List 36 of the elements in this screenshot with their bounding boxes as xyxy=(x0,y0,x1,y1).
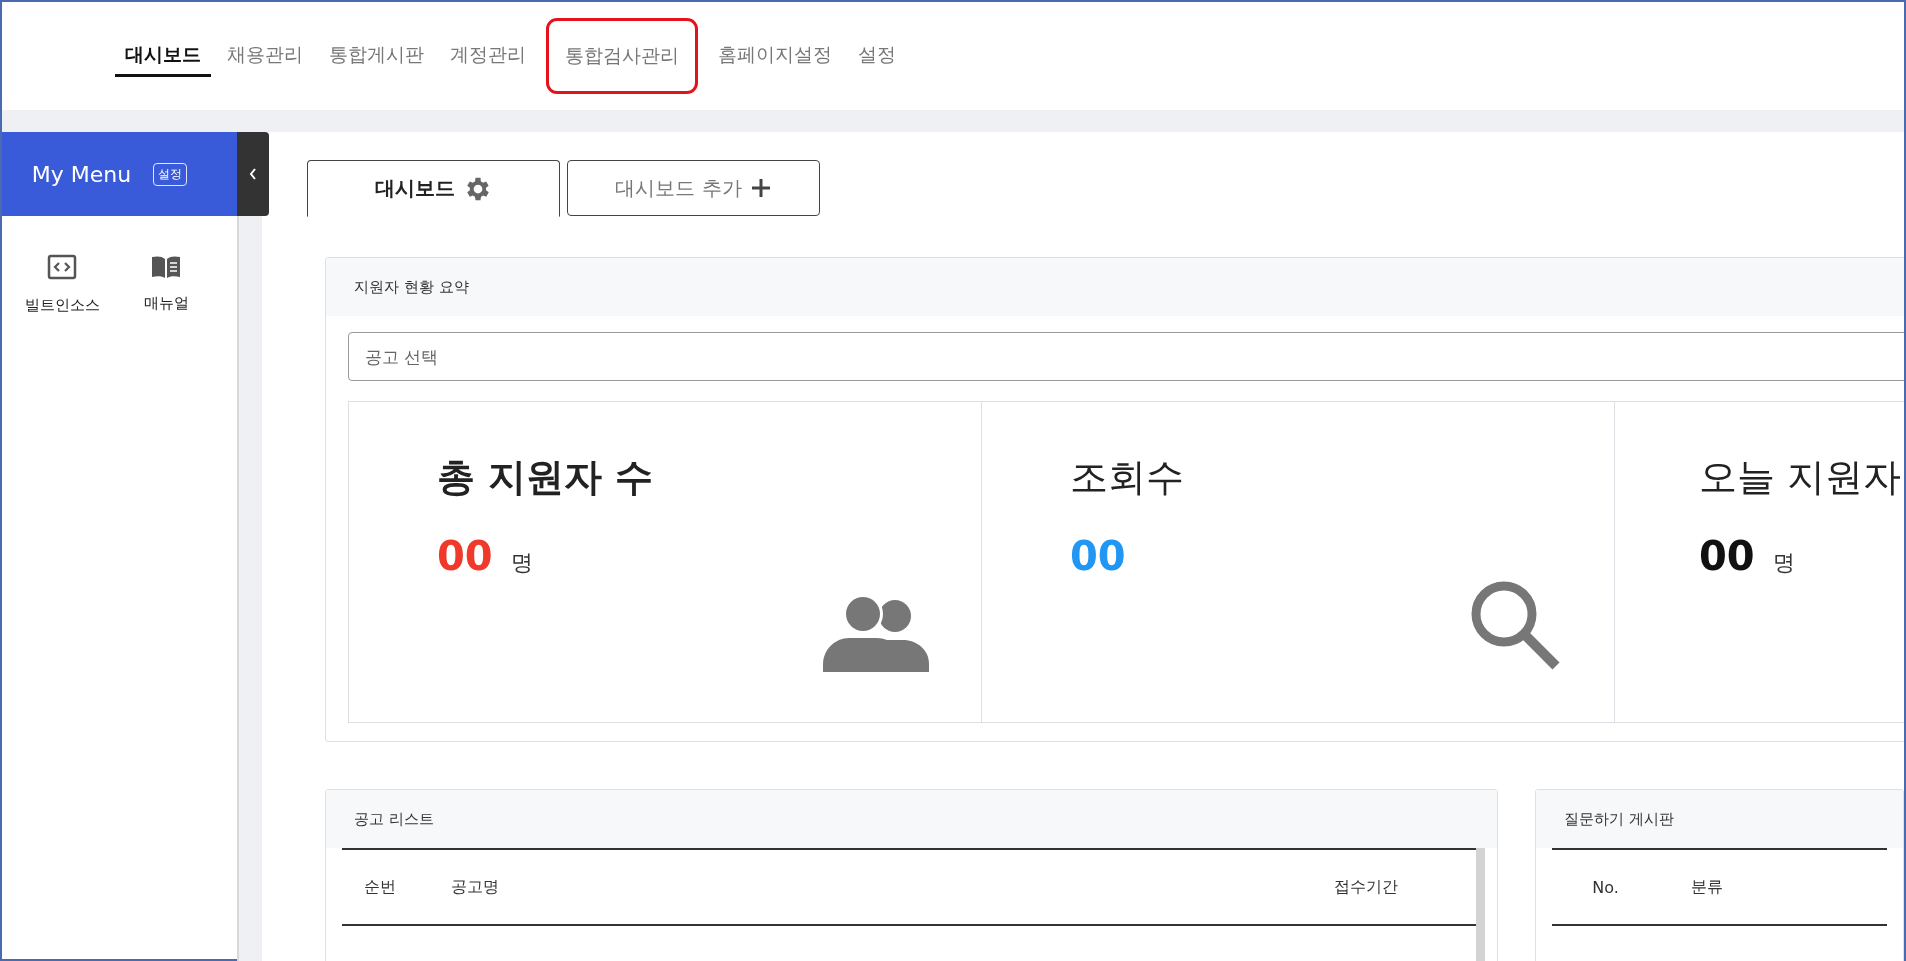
code-icon xyxy=(47,254,77,282)
panel-title: 공고 리스트 xyxy=(326,790,1498,848)
menu-title: My Menu xyxy=(31,161,132,187)
stat-value: 00 xyxy=(1699,533,1755,579)
column-header: 공고명 xyxy=(451,876,499,898)
menu-item[interactable]: 빌트인소스 xyxy=(10,254,114,315)
book-icon xyxy=(150,254,182,280)
plus-icon xyxy=(749,177,772,199)
collapse-button[interactable] xyxy=(237,132,269,216)
chevron-left-icon xyxy=(248,167,258,181)
column-header: 분류 xyxy=(1690,876,1723,898)
scrollbar[interactable] xyxy=(1476,848,1486,961)
stat-unit: 명 xyxy=(510,549,533,577)
stat-unit: 명 xyxy=(1772,549,1795,577)
panel-title: 질문하기 게시판 xyxy=(1536,790,1903,848)
stat-value: 00 xyxy=(437,533,493,579)
settings-badge[interactable]: 설정 xyxy=(153,162,188,186)
nav-tab[interactable]: 홈페이지설정 xyxy=(708,35,842,77)
nav-tab[interactable]: 대시보드 xyxy=(115,35,211,77)
nav-tab[interactable]: 통합게시판 xyxy=(319,35,434,77)
nav-tab[interactable]: 통합검사관리 xyxy=(546,18,698,94)
nav-tab[interactable]: 설정 xyxy=(848,35,906,77)
stat-title: 조회수 xyxy=(1070,454,1185,501)
nav-tab[interactable]: 채용관리 xyxy=(217,35,313,77)
menu-item[interactable]: 매뉴얼 xyxy=(114,254,218,315)
panel-title: 지원자 현황 요약 xyxy=(326,258,1904,316)
nav-tab[interactable]: 계정관리 xyxy=(440,35,536,77)
dashboard-tab[interactable]: 대시보드 xyxy=(307,160,560,217)
column-header: 순번 xyxy=(364,876,396,898)
stat-value: 00 xyxy=(1070,533,1126,579)
column-header: 접수기간 xyxy=(1334,876,1398,898)
stat-title: 오늘 지원자 xyxy=(1699,454,1903,501)
posting-select[interactable]: 공고 선택 xyxy=(348,332,1904,381)
stat-title: 총 지원자 수 xyxy=(437,454,655,501)
dashboard-tab[interactable]: 대시보드 추가 xyxy=(567,160,820,216)
column-header: No. xyxy=(1592,877,1619,897)
